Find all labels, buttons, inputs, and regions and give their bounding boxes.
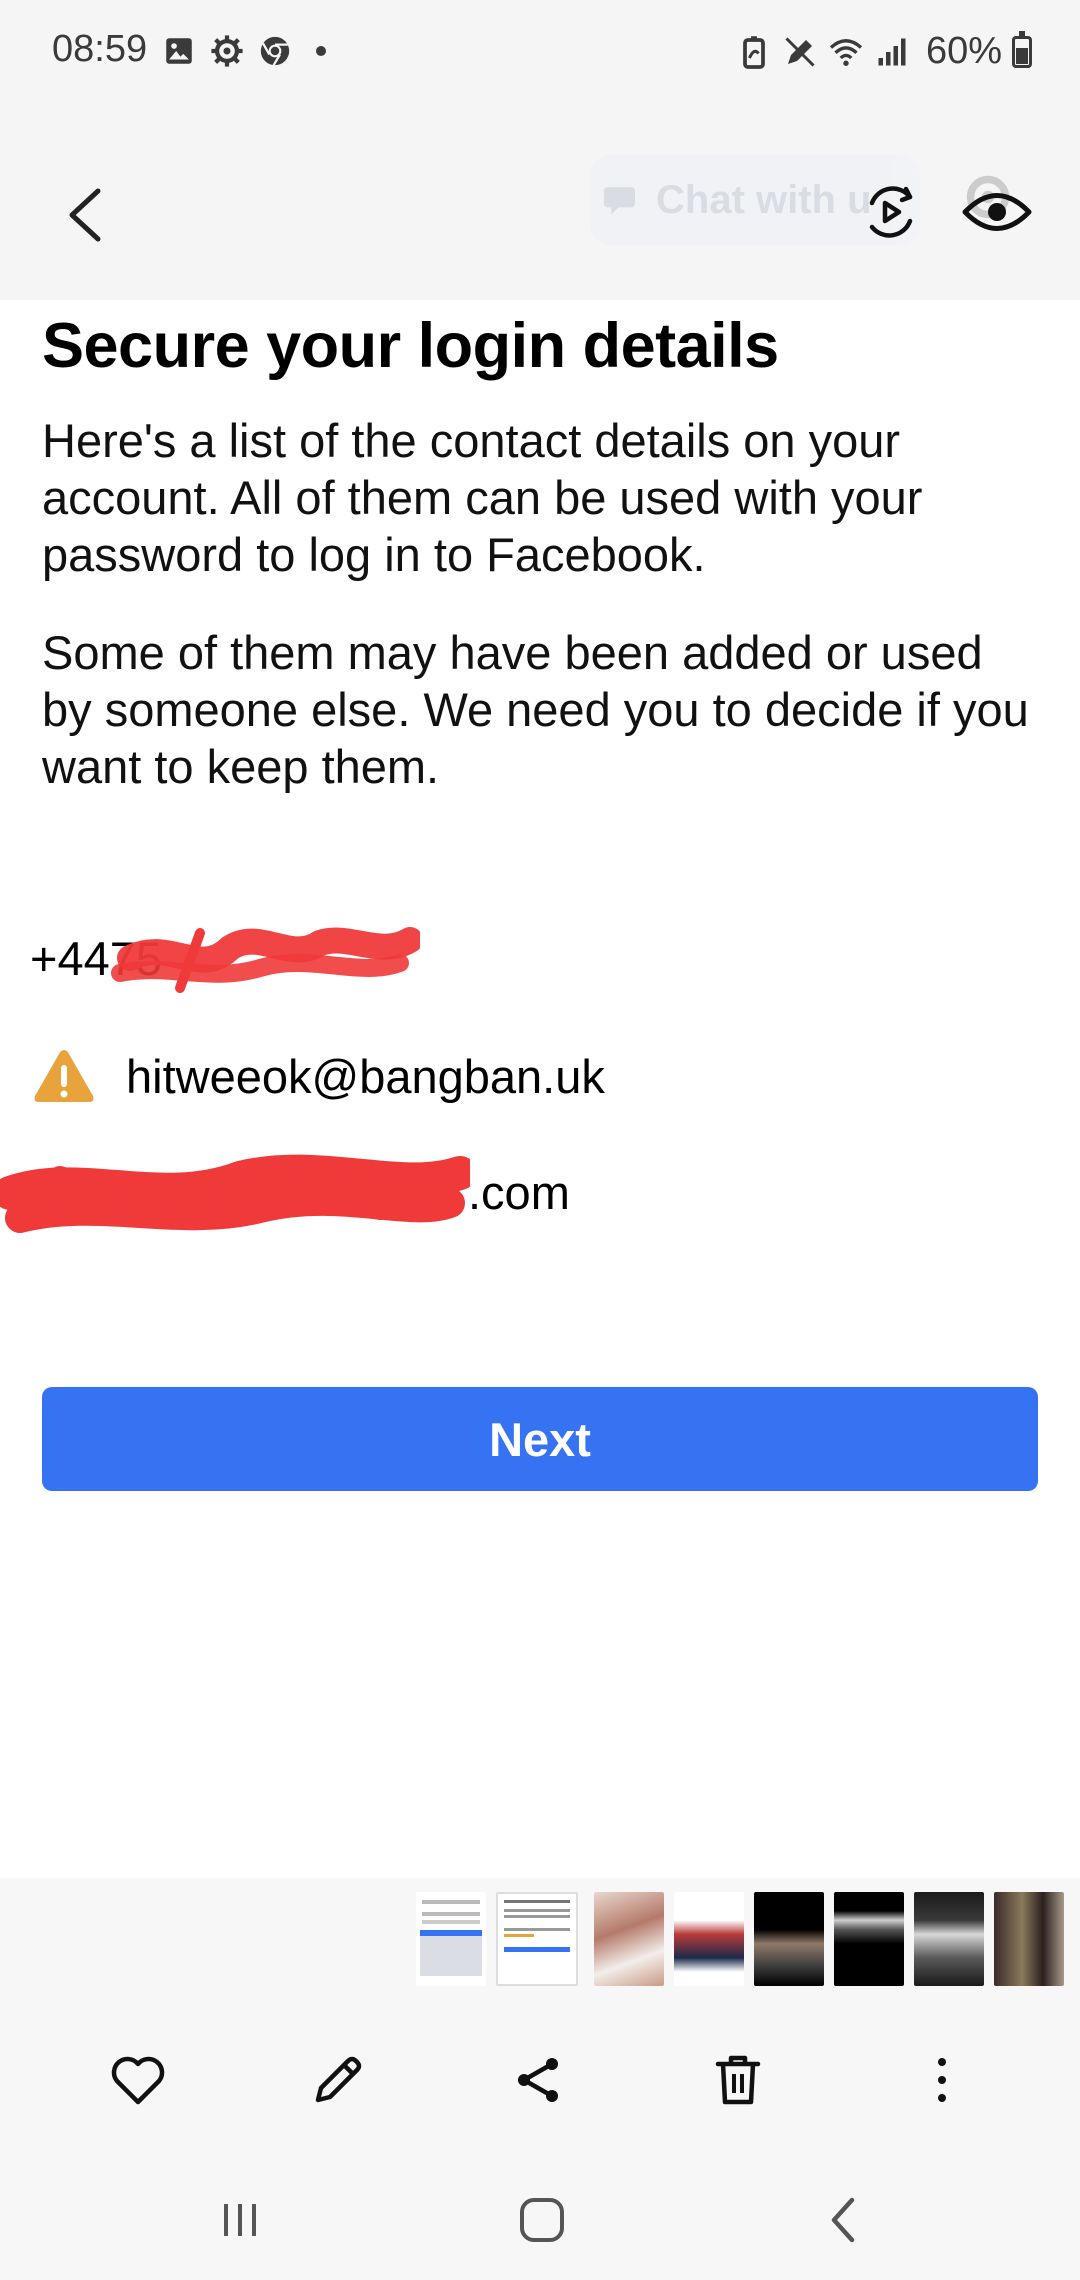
screen: 08:59 60% Chat with u Secure your login … xyxy=(0,0,1080,2280)
chevron-left-icon[interactable] xyxy=(60,185,110,245)
thumbnail[interactable] xyxy=(674,1892,744,1986)
gallery-icon xyxy=(166,38,192,64)
redaction-scribble xyxy=(111,927,420,993)
edit-icon xyxy=(785,36,815,67)
status-bar: 08:59 60% xyxy=(0,0,1080,105)
thumbnail[interactable] xyxy=(914,1892,984,1986)
bottom-action-bar xyxy=(0,2000,1080,2160)
trash-icon[interactable] xyxy=(708,2050,768,2110)
settings-icon xyxy=(211,35,243,67)
home-icon[interactable] xyxy=(512,2190,572,2250)
warning-icon xyxy=(34,1050,94,1102)
motion-photo-icon[interactable] xyxy=(862,183,920,241)
thumbnail[interactable] xyxy=(594,1892,664,1986)
contact-email-text: hitweeok@bangban.uk xyxy=(126,1049,605,1103)
thumbnail[interactable] xyxy=(994,1892,1064,1986)
contact-email-2-text: .com xyxy=(468,1165,570,1219)
gallery-filmstrip xyxy=(0,1878,1080,2000)
next-button[interactable]: Next xyxy=(42,1387,1038,1491)
status-time: 08:59 xyxy=(52,28,148,70)
recent-apps-icon[interactable] xyxy=(210,2190,270,2250)
battery-icon xyxy=(1012,30,1032,68)
dot-icon xyxy=(316,46,326,56)
chrome-icon xyxy=(260,36,290,66)
eye-icon[interactable] xyxy=(962,187,1032,237)
battery-percent: 60% xyxy=(925,30,1002,72)
signal-icon xyxy=(878,38,906,65)
top-toolbar: Chat with u xyxy=(0,105,1080,300)
system-nav-bar xyxy=(0,2160,1080,2280)
thumbnail[interactable] xyxy=(754,1892,824,1986)
thumbnail-current[interactable] xyxy=(496,1892,578,1986)
chat-with-us-label: Chat with u xyxy=(656,177,872,222)
wifi-icon xyxy=(829,38,863,66)
redaction-scribble xyxy=(0,1154,470,1233)
pencil-icon[interactable] xyxy=(308,2050,368,2110)
heart-icon[interactable] xyxy=(108,2050,168,2110)
share-icon[interactable] xyxy=(508,2050,568,2110)
thumbnail[interactable] xyxy=(834,1892,904,1986)
contact-email-row[interactable]: hitweeok@bangban.uk xyxy=(30,1036,605,1116)
chat-bubble-icon xyxy=(603,187,635,215)
back-icon[interactable] xyxy=(814,2190,874,2250)
more-vertical-icon[interactable] xyxy=(912,2050,972,2110)
thumbnail[interactable] xyxy=(416,1892,486,1986)
status-right-icons: 60% xyxy=(736,30,1032,73)
page-title: Secure your login details xyxy=(42,311,779,381)
intro-paragraph: Here's a list of the contact details on … xyxy=(42,414,923,581)
warning-paragraph: Some of them may have been added or used… xyxy=(42,626,1029,793)
status-left-icons xyxy=(162,34,326,68)
battery-saver-icon xyxy=(743,35,765,69)
